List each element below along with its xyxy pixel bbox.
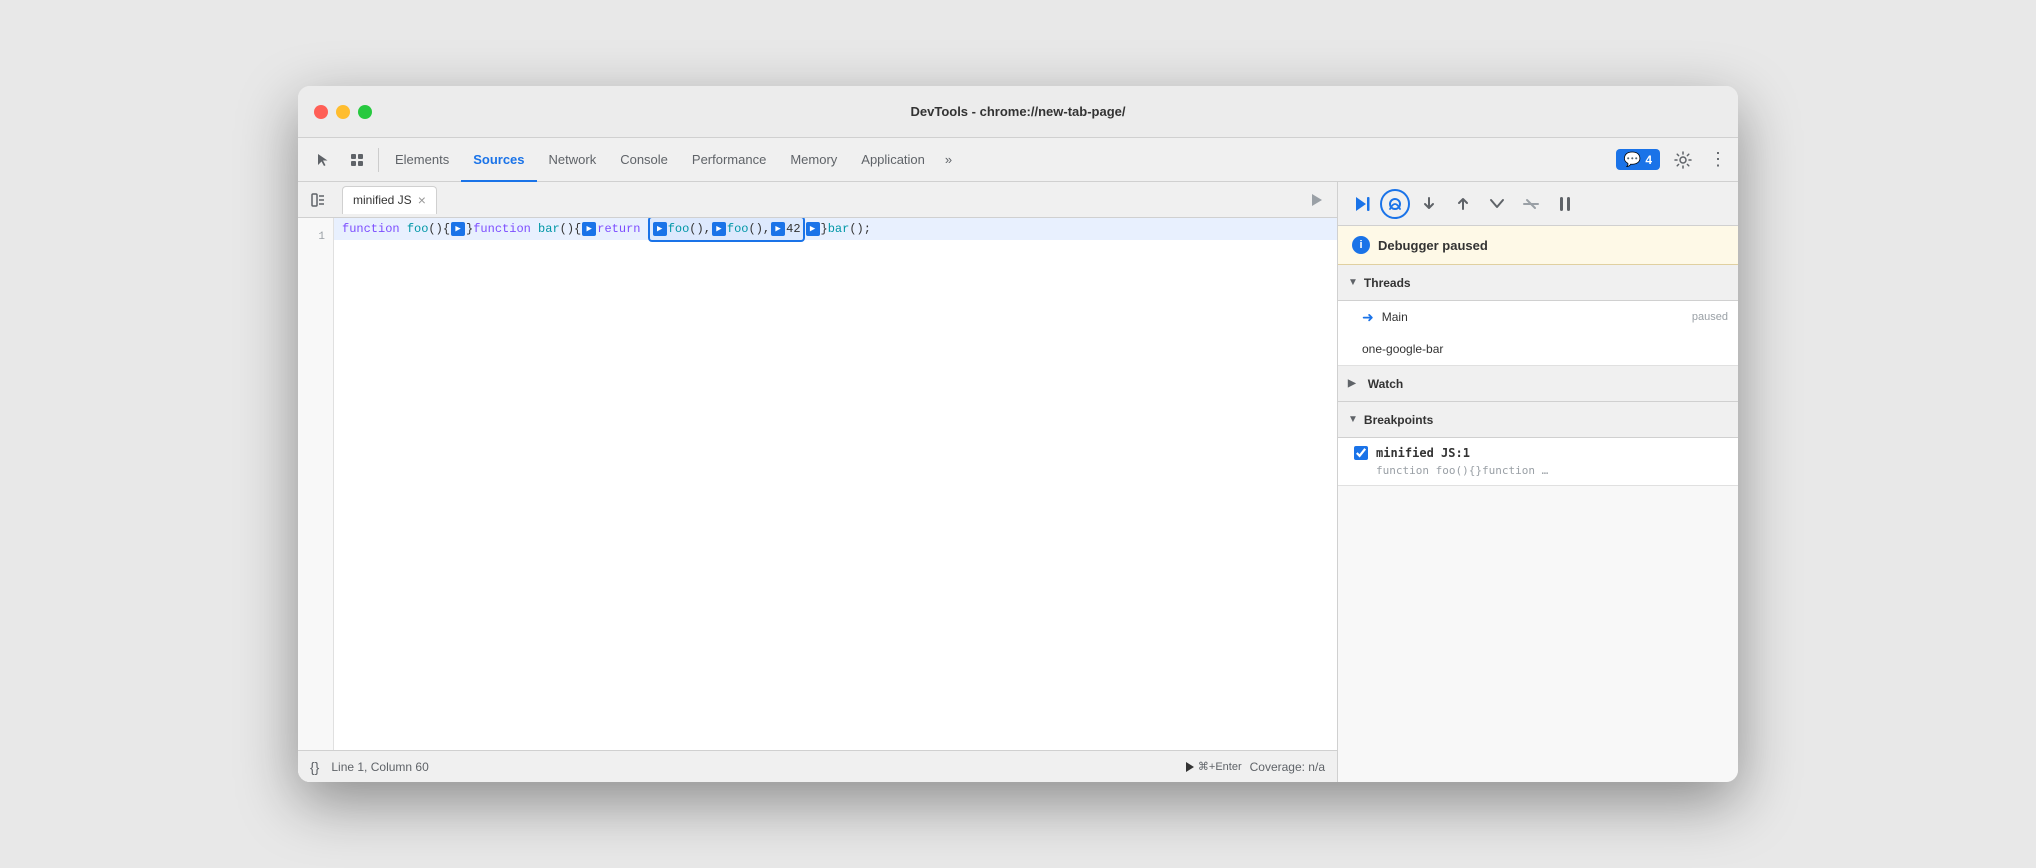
vertical-dots-button[interactable]: ⋮: [1706, 145, 1730, 175]
breakpoints-section-body: minified JS:1 function foo(){}function …: [1338, 438, 1738, 486]
watch-arrow-icon: ▶: [1348, 378, 1356, 389]
tab-memory[interactable]: Memory: [778, 138, 849, 182]
traffic-lights: [314, 105, 372, 119]
thread-main[interactable]: ➜ Main paused: [1338, 301, 1738, 333]
breakpoint-marker-2: ▶: [582, 222, 596, 236]
breakpoint-header: minified JS:1: [1354, 446, 1728, 460]
breakpoint-file: minified JS:1: [1376, 446, 1470, 460]
tab-console[interactable]: Console: [608, 138, 680, 182]
sources-toolbar-right: [1305, 188, 1329, 212]
format-icon[interactable]: {}: [310, 759, 319, 775]
cursor-icon-btn[interactable]: [306, 143, 340, 177]
run-button[interactable]: ⌘+Enter: [1186, 760, 1242, 773]
thread-main-name: Main: [1382, 310, 1684, 324]
run-snippet-icon[interactable]: [1305, 188, 1329, 212]
resume-button[interactable]: [1346, 189, 1376, 219]
window-title: DevTools - chrome://new-tab-page/: [910, 104, 1125, 119]
maximize-button[interactable]: [358, 105, 372, 119]
tab-more-button[interactable]: »: [937, 143, 960, 177]
breakpoint-marker-1: ▶: [451, 222, 465, 236]
threads-label: Threads: [1364, 276, 1411, 290]
threads-section-body: ➜ Main paused one-google-bar: [1338, 301, 1738, 366]
breakpoint-code: function foo(){}function …: [1354, 464, 1728, 477]
thread-main-status: paused: [1692, 311, 1728, 323]
chat-icon: 💬: [1624, 151, 1641, 168]
play-triangle-icon: [1186, 762, 1194, 772]
sources-toolbar: minified JS ×: [298, 182, 1337, 218]
watch-section-header[interactable]: ▶ Watch: [1338, 366, 1738, 402]
tab-network[interactable]: Network: [537, 138, 609, 182]
breakpoint-checkbox[interactable]: [1354, 446, 1368, 460]
breakpoints-section-header[interactable]: ▼ Breakpoints: [1338, 402, 1738, 438]
line-numbers: 1: [298, 218, 334, 750]
tab-elements[interactable]: Elements: [383, 138, 461, 182]
tab-divider: [378, 148, 379, 172]
threads-arrow-icon: ▼: [1348, 277, 1358, 288]
step-button[interactable]: [1482, 189, 1512, 219]
status-position: Line 1, Column 60: [331, 760, 428, 774]
code-line-1: function foo(){ ▶ } function bar(){ ▶ re…: [334, 218, 1337, 240]
deactivate-breakpoints-button[interactable]: [1516, 189, 1546, 219]
devtools-tabs: Elements Sources Network Console Perform…: [298, 138, 1738, 182]
threads-section-header[interactable]: ▼ Threads: [1338, 265, 1738, 301]
thread-arrow-icon: ➜: [1362, 309, 1374, 326]
step-into-button[interactable]: [1414, 189, 1444, 219]
run-shortcut: ⌘+Enter: [1198, 760, 1242, 773]
coverage-label: Coverage: n/a: [1250, 760, 1325, 774]
code-content: function foo(){ ▶ } function bar(){ ▶ re…: [334, 218, 1337, 750]
thread-google-bar-name: one-google-bar: [1362, 342, 1728, 356]
close-button[interactable]: [314, 105, 328, 119]
code-editor[interactable]: 1 function foo(){ ▶ } function bar(){ ▶ …: [298, 218, 1337, 750]
breakpoints-label: Breakpoints: [1364, 413, 1433, 427]
titlebar: DevTools - chrome://new-tab-page/: [298, 86, 1738, 138]
tab-sources[interactable]: Sources: [461, 138, 536, 182]
pause-on-exceptions-button[interactable]: [1550, 189, 1580, 219]
close-tab-button[interactable]: ×: [418, 193, 426, 207]
step-out-button[interactable]: [1448, 189, 1478, 219]
debugger-toolbar: [1338, 182, 1738, 226]
devtools-window: DevTools - chrome://new-tab-page/ Elemen…: [298, 86, 1738, 782]
debugger-panel: i Debugger paused ▼ Threads ➜ Main pause…: [1338, 182, 1738, 782]
file-tab-minified-js[interactable]: minified JS ×: [342, 186, 437, 214]
selected-expression: ▶foo(), ▶foo(), ▶42: [648, 218, 805, 242]
step-over-active-button[interactable]: [1380, 189, 1410, 219]
tab-application[interactable]: Application: [849, 138, 937, 182]
layers-icon-btn[interactable]: [340, 143, 374, 177]
info-icon: i: [1352, 236, 1370, 254]
status-bar-right: ⌘+Enter Coverage: n/a: [1186, 760, 1325, 774]
breakpoint-marker-3: ▶: [806, 222, 820, 236]
breakpoint-item-1[interactable]: minified JS:1 function foo(){}function …: [1338, 438, 1738, 485]
message-badge[interactable]: 💬 4: [1616, 149, 1660, 170]
sources-panel: minified JS × 1 f: [298, 182, 1338, 782]
tab-performance[interactable]: Performance: [680, 138, 778, 182]
status-bar: {} Line 1, Column 60 ⌘+Enter Coverage: n…: [298, 750, 1337, 782]
settings-button[interactable]: [1668, 145, 1698, 175]
thread-one-google-bar[interactable]: one-google-bar: [1338, 333, 1738, 365]
tab-badges: 💬 4 ⋮: [1616, 145, 1730, 175]
main-content: minified JS × 1 f: [298, 182, 1738, 782]
watch-label: Watch: [1368, 377, 1404, 391]
breakpoints-arrow-icon: ▼: [1348, 414, 1358, 425]
debugger-paused-banner: i Debugger paused: [1338, 226, 1738, 265]
minimize-button[interactable]: [336, 105, 350, 119]
show-navigator-icon[interactable]: [306, 188, 330, 212]
debugger-paused-label: Debugger paused: [1378, 238, 1488, 253]
